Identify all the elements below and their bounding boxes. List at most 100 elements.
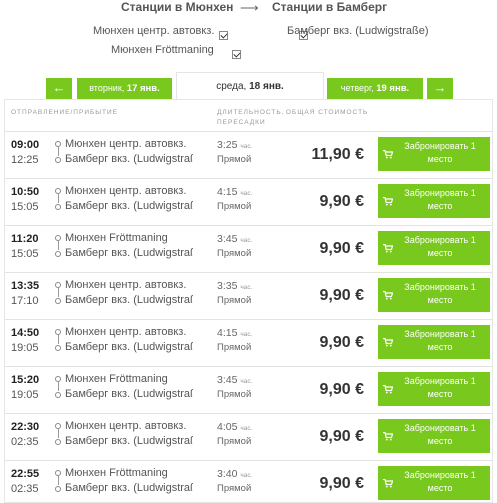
column-header-price: Общая стоимость bbox=[286, 109, 369, 116]
arrival-stop-icon bbox=[55, 204, 61, 210]
duration-value: 4:15 bbox=[217, 327, 238, 339]
price: 9,90 € bbox=[319, 193, 364, 210]
duration-value: 3:45 bbox=[217, 233, 238, 245]
trip-duration: 3:35 час. bbox=[217, 280, 252, 292]
cart-icon bbox=[383, 197, 393, 206]
price: 9,90 € bbox=[319, 287, 364, 304]
next-day-date: 19 янв. bbox=[376, 83, 410, 94]
from-stations-title: Станции в Мюнхен bbox=[121, 0, 234, 14]
price: 11,90 € bbox=[311, 146, 365, 163]
column-header-departure: Отправление/Прибытие bbox=[11, 109, 118, 116]
book-button-label: Забронировать 1 место bbox=[404, 141, 476, 164]
transfer-type: Прямой bbox=[217, 201, 252, 212]
book-button[interactable]: Забронировать 1 место bbox=[378, 231, 490, 265]
duration-unit: час. bbox=[240, 425, 253, 432]
trip-duration: 3:40 час. bbox=[217, 468, 252, 480]
to-stations-title: Станции в Бамберг bbox=[272, 0, 388, 14]
arrival-station: Бамберг вкз. (Ludwigstraße) bbox=[65, 435, 193, 447]
arrival-time: 17:10 bbox=[11, 295, 39, 307]
trip-duration: 3:45 час. bbox=[217, 233, 252, 245]
arrival-time: 19:05 bbox=[11, 342, 39, 354]
departure-station: Мюнхен центр. автовкз. bbox=[65, 185, 187, 197]
trip-duration: 4:15 час. bbox=[217, 186, 252, 198]
book-button-label: Забронировать 1 место bbox=[404, 423, 476, 446]
arrival-time: 15:05 bbox=[11, 201, 39, 213]
arrival-time: 12:25 bbox=[11, 154, 39, 166]
cart-icon bbox=[383, 150, 393, 159]
book-button[interactable]: Забронировать 1 место bbox=[378, 419, 490, 453]
cart-icon bbox=[383, 479, 393, 488]
price: 9,90 € bbox=[319, 240, 364, 257]
route-line bbox=[57, 147, 59, 156]
from-station-checkbox-1[interactable] bbox=[219, 31, 228, 40]
transfer-type: Прямой bbox=[217, 389, 252, 400]
duration-value: 4:05 bbox=[217, 421, 238, 433]
book-button[interactable]: Забронировать 1 место bbox=[378, 184, 490, 218]
arrival-stop-icon bbox=[55, 345, 61, 351]
book-button[interactable]: Забронировать 1 место bbox=[378, 278, 490, 312]
departure-time: 22:55 bbox=[11, 468, 40, 480]
departure-time: 13:35 bbox=[11, 280, 40, 292]
book-button[interactable]: Забронировать 1 место bbox=[378, 325, 490, 359]
departure-station: Мюнхен Fröttmaning bbox=[65, 373, 168, 385]
departure-time: 22:30 bbox=[11, 421, 40, 433]
arrival-stop-icon bbox=[55, 251, 61, 257]
route-line bbox=[57, 241, 59, 250]
route-line bbox=[57, 429, 59, 438]
table-row: 14:50 19:05 Мюнхен центр. автовкз. Бамберг … bbox=[5, 319, 492, 365]
price: 9,90 € bbox=[319, 475, 364, 492]
book-button-label: Забронировать 1 место bbox=[404, 235, 476, 258]
duration-unit: час. bbox=[240, 190, 253, 197]
route-line bbox=[57, 288, 59, 297]
book-button[interactable]: Забронировать 1 место bbox=[378, 137, 490, 171]
tab-next-day[interactable]: четверг, 19 янв. bbox=[327, 78, 423, 99]
book-button[interactable]: Забронировать 1 место bbox=[378, 372, 490, 406]
table-row: 13:35 17:10 Мюнхен центр. автовкз. Бамберг … bbox=[5, 272, 492, 318]
cart-icon bbox=[383, 291, 393, 300]
next-day-label: четверг, bbox=[340, 83, 374, 93]
transfer-type: Прямой bbox=[217, 342, 252, 353]
departure-time: 11:20 bbox=[11, 233, 39, 245]
trip-duration: 3:45 час. bbox=[217, 374, 252, 386]
arrival-station: Бамберг вкз. (Ludwigstraße) bbox=[65, 247, 193, 259]
book-button-label: Забронировать 1 место bbox=[404, 188, 476, 211]
departure-time: 14:50 bbox=[11, 327, 40, 339]
table-row: 09:00 12:25 Мюнхен центр. автовкз. Бамберг … bbox=[5, 131, 492, 177]
duration-unit: час. bbox=[240, 472, 253, 479]
prev-day-arrow-button[interactable]: ← bbox=[46, 78, 72, 99]
arrival-time: 02:35 bbox=[11, 483, 39, 495]
duration-value: 4:15 bbox=[217, 186, 238, 198]
book-button-label: Забронировать 1 место bbox=[404, 376, 476, 399]
cart-icon bbox=[383, 385, 393, 394]
table-row: 22:55 02:35 Мюнхен Fröttmaning Бамберг вкз.… bbox=[5, 460, 492, 502]
departure-station: Мюнхен Fröttmaning bbox=[65, 467, 168, 479]
duration-unit: час. bbox=[240, 143, 253, 150]
transfer-type: Прямой bbox=[217, 295, 252, 306]
from-station-label-2: Мюнхен Fröttmaning bbox=[111, 44, 214, 56]
trip-duration: 4:15 час. bbox=[217, 327, 252, 339]
current-day-label: среда, bbox=[216, 81, 247, 92]
route-line bbox=[57, 476, 59, 485]
next-day-arrow-button[interactable]: → bbox=[427, 78, 453, 99]
arrival-stop-icon bbox=[55, 486, 61, 492]
arrival-station: Бамберг вкз. (Ludwigstraße) bbox=[65, 153, 193, 165]
tab-current-day[interactable]: среда, 18 янв. bbox=[176, 72, 324, 99]
route-line bbox=[57, 382, 59, 391]
departure-time: 10:50 bbox=[11, 186, 40, 198]
departure-station: Мюнхен Fröttmaning bbox=[65, 232, 168, 244]
from-station-checkbox-2[interactable] bbox=[232, 50, 242, 59]
arrival-stop-icon bbox=[55, 298, 61, 304]
tab-prev-day[interactable]: вторник, 17 янв. bbox=[77, 78, 172, 99]
table-row: 10:50 15:05 Мюнхен центр. автовкз. Бамберг … bbox=[5, 178, 492, 224]
table-row: 11:20 15:05 Мюнхен Fröttmaning Бамберг вкз.… bbox=[5, 225, 492, 271]
transfer-type: Прямой bbox=[217, 248, 252, 259]
to-station-label-1: Бамберг вкз. (Ludwigstraße) bbox=[287, 25, 429, 37]
departure-station: Мюнхен центр. автовкз. bbox=[65, 138, 187, 150]
arrival-station: Бамберг вкз. (Ludwigstraße) bbox=[65, 341, 193, 353]
prev-day-label: вторник, bbox=[89, 83, 125, 93]
book-button[interactable]: Забронировать 1 место bbox=[378, 466, 490, 500]
route-line bbox=[57, 194, 59, 203]
direction-arrow-icon: ⟶ bbox=[240, 0, 259, 15]
departure-station: Мюнхен центр. автовкз. bbox=[65, 420, 187, 432]
duration-value: 3:35 bbox=[217, 280, 238, 292]
